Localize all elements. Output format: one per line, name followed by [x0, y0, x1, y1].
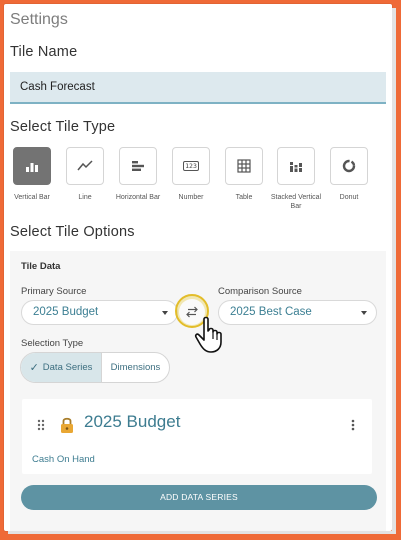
- number-glyph: 123: [183, 161, 199, 171]
- tile-type-label: Stacked Vertical Bar: [270, 194, 322, 210]
- drag-handle-icon[interactable]: [37, 419, 45, 431]
- selection-type-toggle: ✓ Data Series Dimensions: [20, 352, 170, 383]
- tile-name-input[interactable]: Cash Forecast: [10, 72, 386, 104]
- pointer-hand-cursor-icon: [194, 316, 222, 353]
- panel-shadow: [392, 8, 396, 532]
- add-data-series-button[interactable]: ADD DATA SERIES: [21, 485, 377, 510]
- vertical-bar-chart-icon: [13, 147, 51, 185]
- data-series-card: 2025 Budget Cash On Hand: [22, 399, 372, 474]
- tile-type-line[interactable]: Line: [59, 147, 111, 202]
- tile-type-donut[interactable]: Donut: [323, 147, 375, 202]
- horizontal-bar-chart-icon: [119, 147, 157, 185]
- data-series-subtitle: Cash On Hand: [32, 454, 95, 465]
- segment-label: Dimensions: [110, 362, 161, 373]
- tile-type-heading: Select Tile Type: [10, 119, 116, 135]
- more-options-icon[interactable]: [351, 419, 355, 431]
- tile-type-horizontal-bar[interactable]: Horizontal Bar: [112, 147, 164, 202]
- data-series-title: 2025 Budget: [84, 412, 181, 431]
- tile-type-label: Number: [178, 194, 204, 201]
- donut-chart-icon: [330, 147, 368, 185]
- tile-type-label: Horizontal Bar: [115, 194, 161, 201]
- lock-icon: [61, 417, 73, 433]
- tile-type-label: Table: [235, 194, 253, 201]
- tile-type-number[interactable]: 123 Number: [165, 147, 217, 202]
- comparison-source-select[interactable]: 2025 Best Case: [218, 300, 377, 325]
- comparison-source-value: 2025 Best Case: [230, 306, 312, 318]
- tile-type-vertical-bar[interactable]: Vertical Bar: [6, 147, 58, 202]
- check-icon: ✓: [29, 362, 39, 374]
- primary-source-label: Primary Source: [21, 286, 87, 297]
- comparison-source-label: Comparison Source: [218, 286, 302, 297]
- tile-data-label: Tile Data: [21, 261, 61, 272]
- panel-shadow: [8, 531, 396, 534]
- segment-dimensions[interactable]: Dimensions: [102, 353, 169, 382]
- stacked-bar-chart-icon: [277, 147, 315, 185]
- selection-type-label: Selection Type: [21, 338, 84, 349]
- segment-data-series[interactable]: ✓ Data Series: [21, 353, 102, 382]
- primary-source-value: 2025 Budget: [33, 306, 99, 318]
- tile-type-label: Line: [78, 194, 92, 201]
- chevron-down-icon: [361, 311, 367, 315]
- primary-source-select[interactable]: 2025 Budget: [21, 300, 178, 325]
- tile-name-heading: Tile Name: [10, 44, 78, 60]
- tile-options-heading: Select Tile Options: [10, 224, 135, 240]
- tile-type-label: Vertical Bar: [14, 194, 50, 201]
- tile-type-label: Donut: [339, 194, 359, 201]
- chevron-down-icon: [162, 311, 168, 315]
- table-icon: [225, 147, 263, 185]
- settings-title: Settings: [10, 11, 68, 28]
- number-icon: 123: [172, 147, 210, 185]
- line-chart-icon: [66, 147, 104, 185]
- segment-label: Data Series: [42, 362, 93, 373]
- tile-type-table[interactable]: Table: [218, 147, 270, 202]
- tile-type-stacked-vertical-bar[interactable]: Stacked Vertical Bar: [270, 147, 322, 211]
